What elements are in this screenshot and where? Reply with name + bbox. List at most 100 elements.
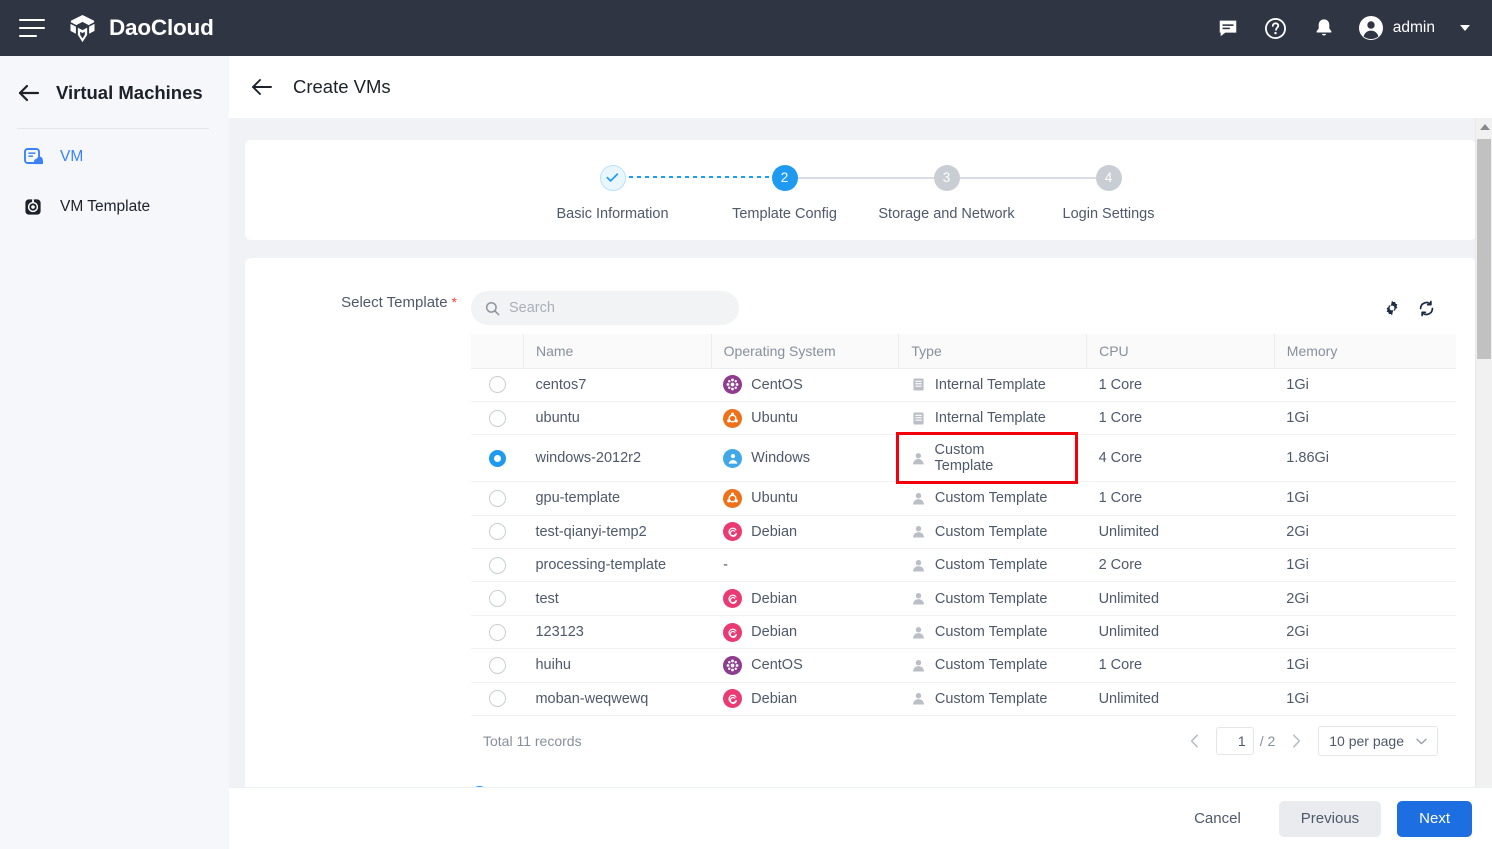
brand-name: DaoCloud bbox=[109, 15, 214, 41]
cell-operating-system: Debian bbox=[711, 682, 899, 715]
debian-glyph bbox=[726, 626, 739, 639]
pager: / 2 10 per page bbox=[1186, 726, 1438, 756]
os-cell-content: Debian bbox=[723, 689, 887, 708]
table-row[interactable]: moban-weqwewqDebianCustom TemplateUnlimi… bbox=[471, 682, 1456, 715]
scrollbar-thumb[interactable] bbox=[1477, 139, 1491, 359]
table-toolbar: Search bbox=[471, 286, 1456, 330]
row-radio-button[interactable] bbox=[489, 557, 506, 574]
table-row[interactable]: 123123DebianCustom TemplateUnlimited2Gi bbox=[471, 615, 1456, 648]
row-radio-button[interactable] bbox=[489, 376, 506, 393]
label-text: Select Template bbox=[341, 294, 447, 311]
row-select-cell[interactable] bbox=[471, 515, 523, 548]
scroll-up-button[interactable] bbox=[1476, 118, 1492, 135]
check-icon bbox=[606, 172, 619, 183]
os-cell-content: Windows bbox=[723, 449, 887, 468]
row-select-cell[interactable] bbox=[471, 482, 523, 515]
row-select-cell[interactable] bbox=[471, 649, 523, 682]
row-radio-button[interactable] bbox=[489, 624, 506, 641]
cell-cpu: Unlimited bbox=[1087, 515, 1275, 548]
sidebar: Virtual Machines VM VM Template bbox=[0, 56, 229, 849]
person-icon bbox=[911, 451, 926, 466]
row-radio-button[interactable] bbox=[489, 690, 506, 707]
table-toolbar-actions bbox=[1383, 299, 1456, 318]
vertical-scrollbar[interactable] bbox=[1475, 118, 1492, 849]
row-radio-button[interactable] bbox=[489, 657, 506, 674]
cell-type: Internal Template bbox=[899, 368, 1087, 401]
sidebar-item-label: VM Template bbox=[60, 198, 150, 216]
table-row[interactable]: centos7CentOSInternal Template1 Core1Gi bbox=[471, 368, 1456, 401]
type-cell-content: Custom Template bbox=[911, 591, 1075, 607]
debian-icon bbox=[723, 689, 742, 708]
bell-icon[interactable] bbox=[1300, 0, 1348, 56]
os-name: Debian bbox=[751, 591, 797, 607]
previous-page-button[interactable] bbox=[1186, 730, 1203, 752]
ubuntu-glyph bbox=[726, 492, 739, 505]
user-menu[interactable]: admin bbox=[1348, 0, 1476, 56]
cancel-button[interactable]: Cancel bbox=[1172, 801, 1263, 837]
search-input[interactable]: Search bbox=[471, 291, 739, 325]
page-size-select[interactable]: 10 per page bbox=[1318, 726, 1438, 756]
row-select-cell[interactable] bbox=[471, 682, 523, 715]
template-config-form: Select Template* Search bbox=[245, 258, 1476, 803]
table-row[interactable]: gpu-templateUbuntuCustom Template1 Core1… bbox=[471, 482, 1456, 515]
type-cell-content: Custom Template bbox=[911, 624, 1075, 640]
refresh-icon[interactable] bbox=[1417, 299, 1436, 318]
cell-type: Custom Template bbox=[899, 682, 1087, 715]
cell-cpu: Unlimited bbox=[1087, 582, 1275, 615]
os-name: Windows bbox=[751, 450, 810, 466]
page-number-input[interactable] bbox=[1216, 727, 1254, 755]
page-back-button[interactable] bbox=[251, 78, 273, 96]
brand-logo-link[interactable]: DaoCloud bbox=[67, 13, 214, 44]
row-radio-button[interactable] bbox=[489, 523, 506, 540]
chevron-right-icon bbox=[1292, 734, 1301, 748]
next-button[interactable]: Next bbox=[1397, 801, 1472, 837]
cell-type: Internal Template bbox=[899, 401, 1087, 434]
chevron-down-icon[interactable] bbox=[1460, 25, 1470, 31]
os-cell-content: CentOS bbox=[723, 656, 887, 675]
sidebar-item-vm-template[interactable]: VM Template bbox=[0, 185, 229, 229]
cell-operating-system: CentOS bbox=[711, 368, 899, 401]
type-name: Custom Template bbox=[935, 557, 1048, 573]
cell-operating-system: Ubuntu bbox=[711, 401, 899, 434]
search-icon bbox=[485, 301, 500, 316]
cell-operating-system: Debian bbox=[711, 515, 899, 548]
debian-icon bbox=[723, 623, 742, 642]
row-select-cell[interactable] bbox=[471, 615, 523, 648]
table-header-cpu: CPU bbox=[1087, 334, 1275, 368]
cell-name: ubuntu bbox=[523, 401, 711, 434]
row-radio-button[interactable] bbox=[489, 590, 506, 607]
row-select-cell[interactable] bbox=[471, 549, 523, 582]
sidebar-back-button[interactable]: Virtual Machines bbox=[0, 56, 229, 104]
table-row[interactable]: testDebianCustom TemplateUnlimited2Gi bbox=[471, 582, 1456, 615]
table-row[interactable]: ubuntuUbuntuInternal Template1 Core1Gi bbox=[471, 401, 1456, 434]
table-row[interactable]: windows-2012r2WindowsCustom Template4 Co… bbox=[471, 435, 1456, 482]
type-cell-content: Internal Template bbox=[911, 410, 1075, 426]
cell-type: Custom Template bbox=[899, 549, 1087, 582]
cell-memory: 1Gi bbox=[1274, 549, 1456, 582]
row-radio-button[interactable] bbox=[489, 450, 506, 467]
hamburger-menu-icon[interactable] bbox=[19, 19, 45, 37]
highlighted-type-annotation: Custom Template bbox=[899, 435, 1075, 481]
row-select-cell[interactable] bbox=[471, 435, 523, 482]
row-radio-button[interactable] bbox=[489, 410, 506, 427]
row-select-cell[interactable] bbox=[471, 401, 523, 434]
table-row[interactable]: test-qianyi-temp2DebianCustom TemplateUn… bbox=[471, 515, 1456, 548]
os-name: Debian bbox=[751, 624, 797, 640]
sidebar-item-vm[interactable]: VM bbox=[0, 135, 229, 179]
table-row[interactable]: huihuCentOSCustom Template1 Core1Gi bbox=[471, 649, 1456, 682]
chat-icon[interactable] bbox=[1204, 0, 1252, 56]
row-radio-button[interactable] bbox=[489, 490, 506, 507]
row-select-cell[interactable] bbox=[471, 582, 523, 615]
windows-icon bbox=[723, 449, 742, 468]
daocloud-cube-icon bbox=[67, 13, 98, 44]
wizard-stepper-card: Basic Information 2 Template Config 3 St… bbox=[245, 140, 1476, 240]
template-table: Name Operating System Type CPU Memory ce… bbox=[471, 334, 1456, 716]
wizard-footer: Cancel Previous Next bbox=[229, 787, 1492, 849]
select-template-label: Select Template* bbox=[245, 286, 471, 311]
help-icon[interactable] bbox=[1252, 0, 1300, 56]
previous-button[interactable]: Previous bbox=[1279, 801, 1381, 837]
table-row[interactable]: processing-template-Custom Template2 Cor… bbox=[471, 549, 1456, 582]
gear-icon[interactable] bbox=[1383, 299, 1401, 318]
next-page-button[interactable] bbox=[1288, 730, 1305, 752]
row-select-cell[interactable] bbox=[471, 368, 523, 401]
